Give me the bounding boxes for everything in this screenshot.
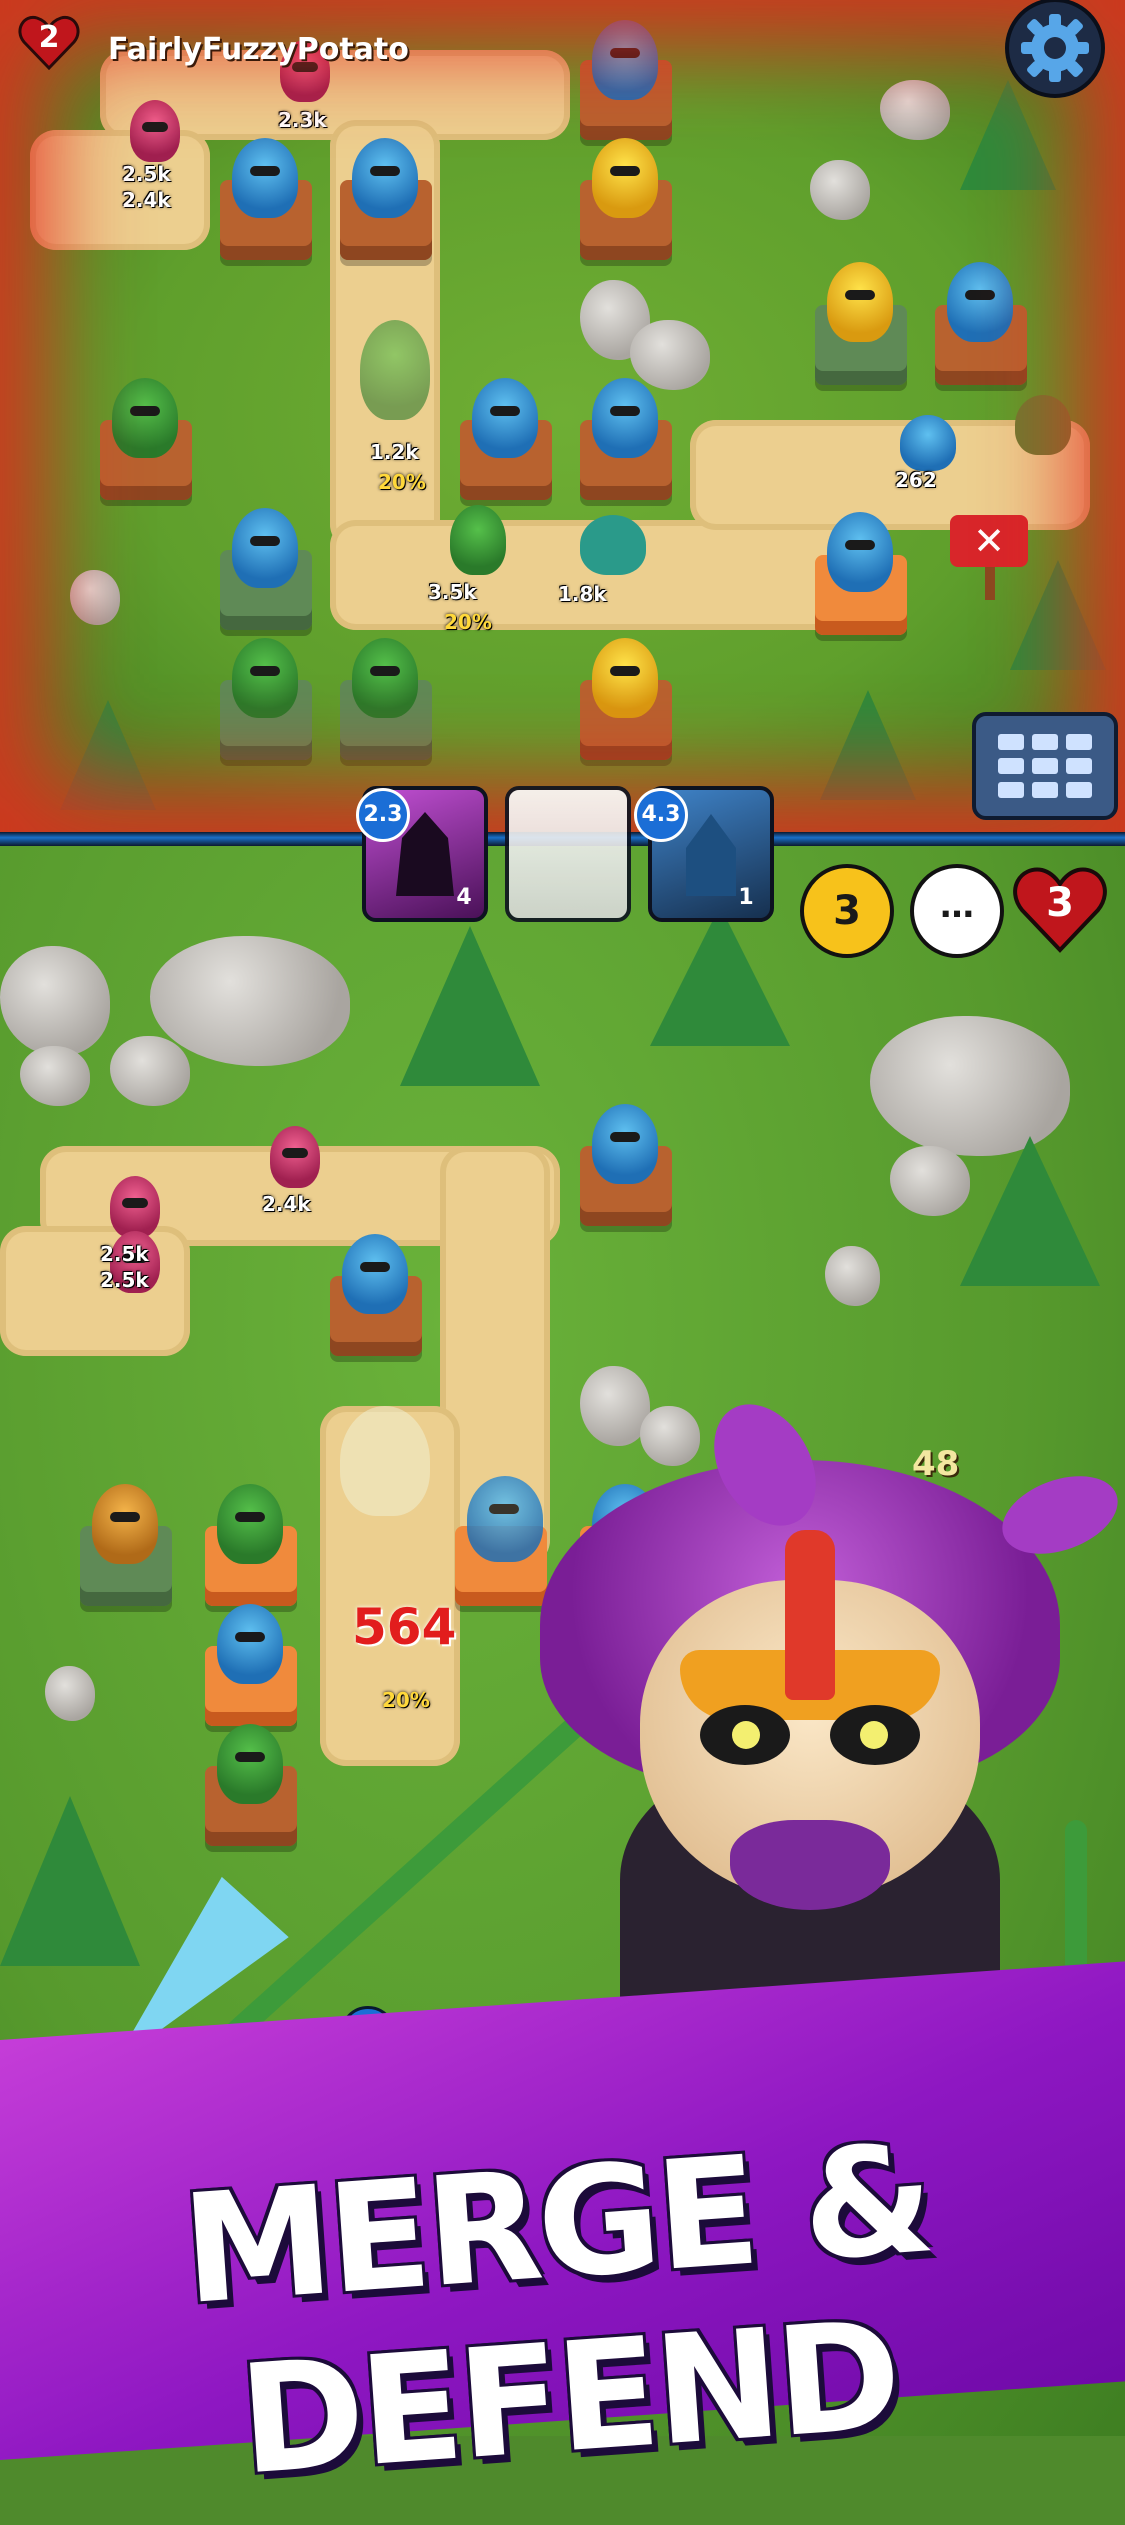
blue-archer-unit xyxy=(352,138,418,218)
blue-archer-unit xyxy=(592,378,658,458)
blue-mage-unit xyxy=(472,378,538,458)
blue-mage-unit xyxy=(947,262,1013,342)
card-cost: 2.3 xyxy=(356,788,410,842)
card-count: 4 xyxy=(456,885,472,910)
player-lives-count: 3 xyxy=(1046,880,1074,926)
blue-archer-unit xyxy=(592,20,658,100)
enemy-creep xyxy=(900,415,956,471)
opponent-board: 2.3k 2.5k 2.4k 1.2k 20% 3.5k 20% 1.8k 26… xyxy=(0,0,1125,832)
rock xyxy=(0,946,110,1056)
blue-mage-unit xyxy=(592,1104,658,1184)
enemy-goblin xyxy=(1015,395,1071,455)
chat-bubble-icon: … xyxy=(940,886,974,926)
damage-label: 262 xyxy=(895,468,937,492)
enemy-ghost xyxy=(340,1406,430,1516)
blue-archer-unit xyxy=(342,1234,408,1314)
enemy-creep xyxy=(130,100,180,162)
tree xyxy=(0,1796,140,1966)
player-path xyxy=(0,1226,190,1356)
hero-beard xyxy=(730,1820,890,1910)
player-lives-badge: 3 xyxy=(1012,864,1108,954)
gear-icon xyxy=(1005,0,1105,98)
hero-crest xyxy=(785,1530,835,1700)
opponent-lives-count: 2 xyxy=(38,20,60,55)
damage-label: 1.2k xyxy=(370,440,419,464)
blue-mage-unit xyxy=(232,138,298,218)
enemy-turtle xyxy=(580,515,646,575)
settings-button[interactable] xyxy=(1000,0,1110,100)
card-count: 1 xyxy=(738,885,754,910)
damage-label: 2.4k xyxy=(122,188,171,212)
damage-percent: 20% xyxy=(378,470,426,494)
hero-eye-left xyxy=(700,1705,790,1765)
board-view-button[interactable] xyxy=(972,712,1118,820)
damage-label: 3.5k xyxy=(428,580,477,604)
fire-unit xyxy=(592,638,658,718)
damage-percent: 20% xyxy=(444,610,492,634)
green-hood-unit xyxy=(352,638,418,718)
grid-icon xyxy=(998,734,1092,798)
rock xyxy=(45,1666,95,1721)
enemy-creep xyxy=(270,1126,320,1188)
damage-percent: 20% xyxy=(382,1688,430,1712)
hero-eye-right xyxy=(830,1705,920,1765)
rock xyxy=(70,570,120,625)
enemy-path xyxy=(30,130,210,250)
damage-label: 2.5k xyxy=(100,1242,149,1266)
fire-unit xyxy=(827,262,893,342)
damage-label: 2.4k xyxy=(262,1192,311,1216)
rock xyxy=(870,1016,1070,1156)
hero-warrior xyxy=(540,1386,1125,2060)
rock xyxy=(890,1146,970,1216)
green-hood-unit xyxy=(217,1724,283,1804)
card-cost: 4.3 xyxy=(634,788,688,842)
blue-mage-unit xyxy=(827,512,893,592)
green-hood-unit xyxy=(232,638,298,718)
enemy-ghost xyxy=(360,320,430,420)
coin-count: 3 xyxy=(833,888,861,934)
tree xyxy=(1010,560,1106,670)
chat-button[interactable]: … xyxy=(910,864,1004,958)
rock xyxy=(810,160,870,220)
tree xyxy=(960,1136,1100,1286)
tree xyxy=(650,906,790,1046)
damage-label: 2.5k xyxy=(100,1268,149,1292)
tree xyxy=(820,690,916,800)
damage-label: 1.8k xyxy=(558,582,607,606)
blue-archer-unit xyxy=(232,508,298,588)
critical-damage-label: 564 xyxy=(352,1598,457,1656)
green-hood-unit xyxy=(112,378,178,458)
tree xyxy=(400,926,540,1086)
rock xyxy=(880,80,950,140)
coin-counter: 3 xyxy=(800,864,894,958)
damage-label: 2.3k xyxy=(278,108,327,132)
ice-golem-unit xyxy=(467,1476,543,1562)
exit-sign-icon: ✕ xyxy=(950,515,1028,567)
rock xyxy=(630,320,710,390)
opponent-name: FairlyFuzzyPotato xyxy=(108,32,409,67)
blue-mage-unit xyxy=(217,1604,283,1684)
rock xyxy=(150,936,350,1066)
enemy-creep xyxy=(450,505,506,575)
enemy-creep xyxy=(110,1176,160,1238)
green-hood-unit xyxy=(217,1484,283,1564)
tree xyxy=(60,700,156,810)
cowboy-unit xyxy=(92,1484,158,1564)
unit-card-empty[interactable] xyxy=(505,786,631,922)
rock xyxy=(110,1036,190,1106)
fire-unit xyxy=(592,138,658,218)
opponent-lives-badge: 2 xyxy=(18,14,80,71)
damage-label: 2.5k xyxy=(122,162,171,186)
rock xyxy=(20,1046,90,1106)
rock xyxy=(825,1246,880,1306)
